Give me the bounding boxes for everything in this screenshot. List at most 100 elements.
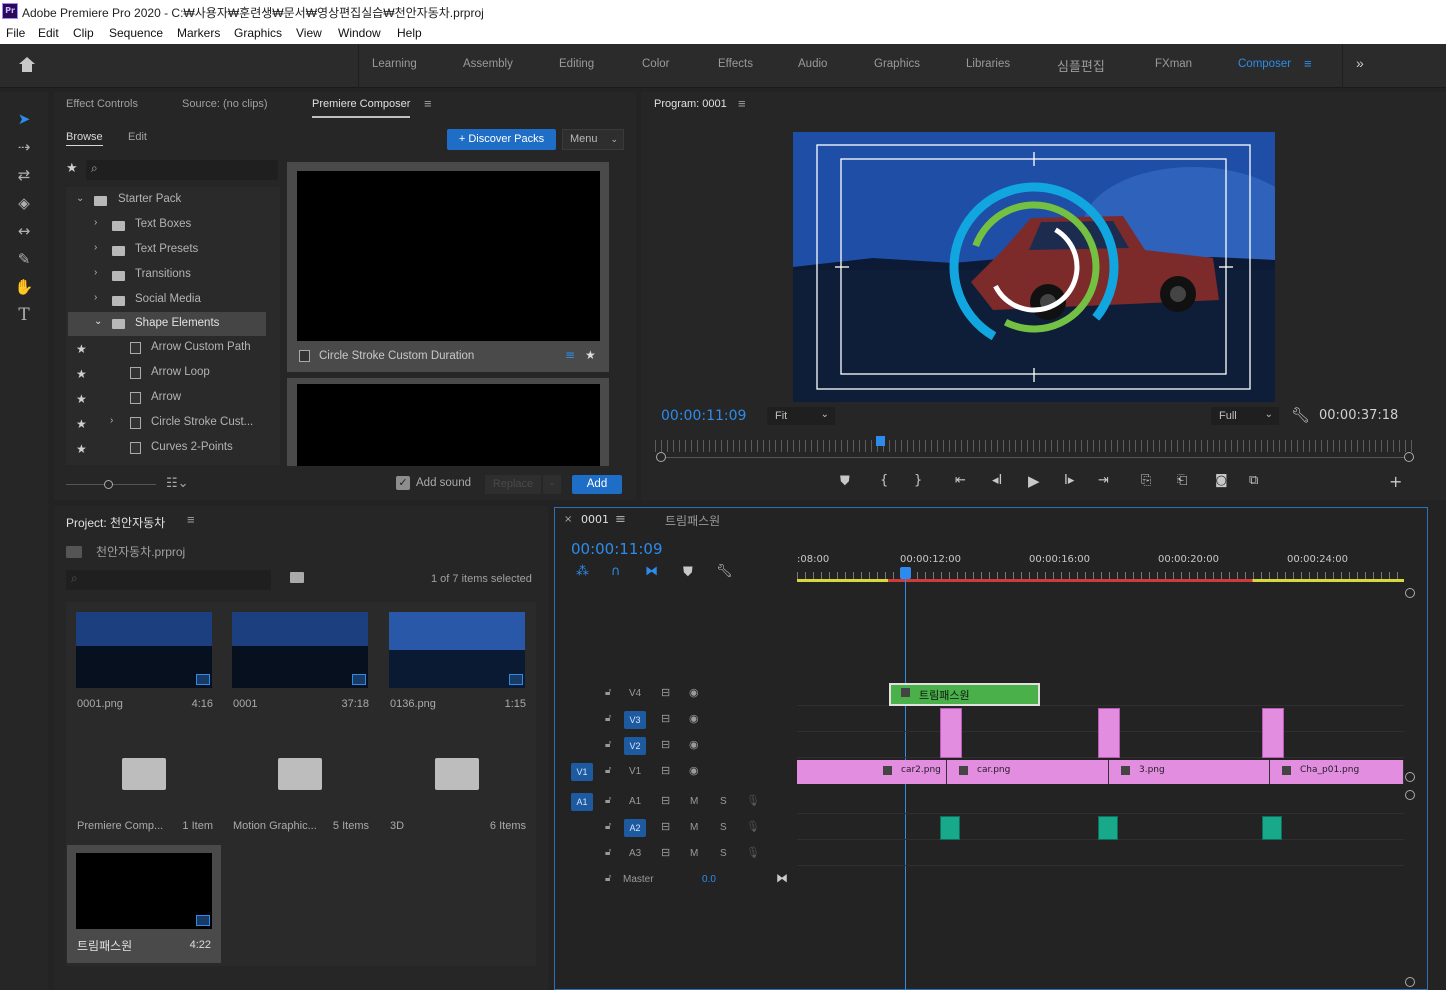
mark-out-icon[interactable]: } bbox=[914, 473, 922, 488]
project-title[interactable]: Project: 천안자동차 bbox=[66, 514, 165, 531]
microphone-icon[interactable]: 🎙︎ bbox=[746, 794, 760, 807]
wrench-icon[interactable]: 🔧︎ bbox=[1291, 406, 1310, 424]
lock-icon[interactable]: 🔓︎ bbox=[605, 765, 611, 776]
track-label[interactable]: A3 bbox=[629, 848, 641, 859]
menu-view[interactable]: View bbox=[296, 26, 322, 40]
template-preview-card[interactable]: Circle Stroke Custom Duration ≡ ★ bbox=[287, 162, 609, 372]
sync-lock-icon[interactable]: ⊟ bbox=[661, 820, 670, 833]
workspace-simple-edit[interactable]: 심플편집 bbox=[1057, 56, 1105, 75]
project-bin-3d[interactable]: 3D 6 Items bbox=[383, 726, 538, 846]
pen-tool-icon[interactable]: ✎ bbox=[12, 248, 36, 270]
fit-dropdown[interactable]: Fit ⌄ bbox=[767, 407, 835, 425]
nest-toggle-icon[interactable]: ⁂ bbox=[576, 564, 589, 579]
panel-menu-icon[interactable]: ≡ bbox=[187, 512, 195, 527]
workspace-effects[interactable]: Effects bbox=[718, 58, 753, 70]
project-bin-premiere-composer[interactable]: Premiere Comp... 1 Item bbox=[70, 726, 225, 846]
program-mini-ruler[interactable] bbox=[655, 440, 1415, 452]
project-item-0136-png[interactable]: 0136.png 1:15 bbox=[383, 606, 538, 726]
panel-menu-icon[interactable]: ≡ bbox=[424, 96, 432, 111]
workspace-composer[interactable]: Composer bbox=[1238, 58, 1291, 70]
vertical-scrollbar-handle-bottom[interactable] bbox=[1405, 977, 1415, 987]
tree-item-text-presets[interactable]: › Text Presets bbox=[68, 239, 266, 263]
track-target-v2[interactable]: V2 bbox=[624, 737, 646, 755]
project-search-input[interactable]: ⌕ bbox=[66, 570, 271, 590]
sync-lock-icon[interactable]: ⊟ bbox=[661, 712, 670, 725]
sync-lock-icon[interactable]: ⊟ bbox=[661, 738, 670, 751]
timeline-timecode[interactable]: 00:00:11:09 bbox=[571, 540, 663, 558]
source-patch-a1[interactable]: A1 bbox=[571, 793, 593, 811]
sync-lock-icon[interactable]: ⊟ bbox=[661, 794, 670, 807]
zoom-handle-left[interactable] bbox=[656, 452, 666, 462]
tab-sequence-trim-path[interactable]: 트림패스원 bbox=[665, 512, 720, 529]
template-preview-card-2[interactable] bbox=[287, 378, 609, 466]
snap-magnet-icon[interactable]: ∩ bbox=[611, 564, 621, 579]
replace-dropdown-icon[interactable]: ⌄ bbox=[543, 475, 561, 494]
play-icon[interactable]: ▶ bbox=[1028, 472, 1040, 490]
comparison-view-icon[interactable]: ⧉ bbox=[1249, 473, 1258, 488]
search-input[interactable]: ⌕ bbox=[86, 160, 278, 180]
tab-source[interactable]: Source: (no clips) bbox=[182, 98, 268, 110]
audio-clip-a2-2[interactable] bbox=[1098, 816, 1118, 840]
panel-menu-icon[interactable]: ≡ bbox=[615, 512, 626, 527]
eye-icon[interactable]: ◉ bbox=[689, 738, 699, 751]
tree-item-curves-2-points[interactable]: Curves 2-Points bbox=[68, 437, 266, 461]
source-patch-v1[interactable]: V1 bbox=[571, 763, 593, 781]
project-item-0001-png[interactable]: 0001.png 4:16 bbox=[70, 606, 225, 726]
favorites-star-icon[interactable]: ★ bbox=[66, 161, 78, 176]
panel-menu-icon[interactable]: ≡ bbox=[738, 96, 746, 111]
tree-item-social-media[interactable]: › Social Media bbox=[68, 289, 266, 313]
subtab-edit[interactable]: Edit bbox=[128, 131, 147, 143]
vertical-scrollbar-handle-mid[interactable] bbox=[1405, 772, 1415, 782]
program-zoom-bar[interactable] bbox=[656, 452, 1414, 462]
lock-icon[interactable]: 🔓︎ bbox=[605, 687, 611, 698]
extract-icon[interactable]: ⎗ bbox=[1177, 473, 1187, 488]
close-icon[interactable]: × bbox=[564, 514, 572, 525]
go-to-out-icon[interactable]: ⇥ bbox=[1098, 473, 1109, 488]
go-to-in-icon[interactable]: ⇤ bbox=[955, 473, 966, 488]
audio-clip-a2-1[interactable] bbox=[940, 816, 960, 840]
clip-v3-segment-3[interactable] bbox=[1262, 708, 1284, 758]
solo-button[interactable]: S bbox=[720, 822, 727, 833]
lock-icon[interactable]: 🔓︎ bbox=[605, 739, 611, 750]
clip-v3-segment-1[interactable] bbox=[940, 708, 962, 758]
menu-clip[interactable]: Clip bbox=[73, 26, 94, 40]
razor-tool-icon[interactable]: ◈ bbox=[12, 192, 36, 214]
more-workspaces-icon[interactable]: » bbox=[1356, 55, 1364, 71]
program-playhead[interactable] bbox=[876, 436, 885, 446]
sync-lock-icon[interactable]: ⊟ bbox=[661, 846, 670, 859]
vertical-scrollbar-handle-top[interactable] bbox=[1405, 588, 1415, 598]
add-button-icon[interactable]: + bbox=[1389, 472, 1402, 491]
clip-cha-p01-png[interactable]: Cha_p01.png bbox=[1270, 760, 1404, 784]
workspace-fxman[interactable]: FXman bbox=[1155, 58, 1192, 70]
workspace-assembly[interactable]: Assembly bbox=[463, 58, 513, 70]
solo-button[interactable]: S bbox=[720, 796, 727, 807]
go-to-end-icon[interactable]: ⧓ bbox=[776, 871, 788, 885]
quality-dropdown[interactable]: Full ⌄ bbox=[1211, 407, 1279, 425]
zoom-slider[interactable] bbox=[66, 480, 156, 489]
tab-effect-controls[interactable]: Effect Controls bbox=[66, 98, 138, 110]
zoom-slider-handle[interactable] bbox=[104, 480, 113, 489]
export-frame-camera-icon[interactable]: ◙ bbox=[1215, 473, 1228, 488]
star-icon[interactable]: ★ bbox=[585, 348, 596, 362]
hand-tool-icon[interactable]: ✋ bbox=[12, 276, 36, 298]
discover-packs-button[interactable]: + Discover Packs bbox=[447, 129, 556, 150]
menu-markers[interactable]: Markers bbox=[177, 26, 220, 40]
clip-car-png[interactable]: car.png bbox=[947, 760, 1109, 784]
menu-help[interactable]: Help bbox=[397, 26, 422, 40]
zoom-handle-right[interactable] bbox=[1404, 452, 1414, 462]
tree-item-text-boxes[interactable]: › Text Boxes bbox=[68, 214, 266, 238]
menu-window[interactable]: Window bbox=[338, 26, 381, 40]
replace-button[interactable]: Replace bbox=[485, 475, 541, 494]
view-options-icon[interactable]: ☷⌄ bbox=[166, 476, 189, 491]
menu-graphics[interactable]: Graphics bbox=[234, 26, 282, 40]
tree-item-shape-elements[interactable]: ⌄ Shape Elements bbox=[68, 312, 266, 336]
master-volume-value[interactable]: 0.0 bbox=[702, 874, 716, 885]
subtab-browse[interactable]: Browse bbox=[66, 131, 103, 146]
track-label[interactable]: V4 bbox=[629, 688, 641, 699]
microphone-icon[interactable]: 🎙︎ bbox=[746, 846, 760, 859]
tab-premiere-composer[interactable]: Premiere Composer bbox=[312, 98, 411, 118]
clip-trim-path-nested[interactable]: 트림패스원 bbox=[889, 683, 1040, 706]
clip-v3-segment-2[interactable] bbox=[1098, 708, 1120, 758]
tab-program[interactable]: Program: 0001 bbox=[654, 98, 727, 110]
tree-item-circle-stroke[interactable]: › Circle Stroke Cust... bbox=[68, 412, 266, 436]
